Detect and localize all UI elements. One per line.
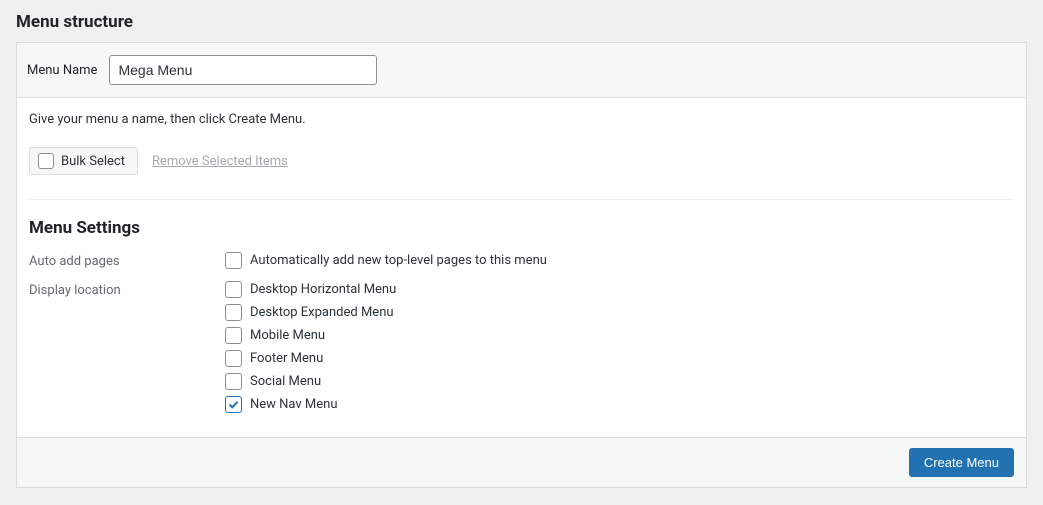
instruction-text: Give your menu a name, then click Create… [29, 112, 1014, 127]
location-option-label: Desktop Expanded Menu [250, 305, 394, 320]
location-option[interactable]: Mobile Menu [225, 327, 396, 344]
location-option[interactable]: Social Menu [225, 373, 396, 390]
checkbox-icon [225, 327, 242, 344]
auto-add-label: Auto add pages [29, 252, 225, 269]
auto-add-row: Auto add pages Automatically add new top… [29, 252, 1014, 269]
menu-name-input[interactable] [109, 55, 377, 85]
checkbox-icon [225, 304, 242, 321]
location-option-label: Footer Menu [250, 351, 323, 366]
menu-panel: Menu Name Give your menu a name, then cl… [16, 42, 1027, 488]
auto-add-option-label: Automatically add new top-level pages to… [250, 253, 547, 268]
auto-add-option[interactable]: Automatically add new top-level pages to… [225, 252, 547, 269]
checkbox-icon [225, 252, 242, 269]
create-menu-button[interactable]: Create Menu [909, 448, 1014, 477]
display-location-row: Display location Desktop Horizontal Menu… [29, 281, 1014, 413]
bulk-select-button[interactable]: Bulk Select [29, 147, 138, 175]
location-option[interactable]: Footer Menu [225, 350, 396, 367]
display-location-options: Desktop Horizontal Menu Desktop Expanded … [225, 281, 396, 413]
location-option-label: Mobile Menu [250, 328, 325, 343]
checkbox-icon [225, 373, 242, 390]
panel-body: Give your menu a name, then click Create… [17, 98, 1026, 437]
location-option-label: Desktop Horizontal Menu [250, 282, 396, 297]
location-option[interactable]: Desktop Expanded Menu [225, 304, 396, 321]
location-option-label: New Nav Menu [250, 397, 338, 412]
checkbox-icon [225, 350, 242, 367]
bulk-actions-row: Bulk Select Remove Selected Items [29, 147, 1014, 175]
remove-selected-link[interactable]: Remove Selected Items [152, 154, 288, 169]
panel-footer: Create Menu [17, 437, 1026, 487]
location-option-label: Social Menu [250, 374, 321, 389]
location-option[interactable]: New Nav Menu [225, 396, 396, 413]
panel-header: Menu Name [17, 43, 1026, 98]
location-option[interactable]: Desktop Horizontal Menu [225, 281, 396, 298]
separator [29, 199, 1014, 200]
page-title: Menu structure [16, 12, 1027, 32]
menu-name-label: Menu Name [27, 63, 97, 78]
settings-heading: Menu Settings [29, 218, 1014, 238]
bulk-select-label: Bulk Select [61, 154, 125, 169]
checkbox-icon [38, 153, 54, 169]
display-location-label: Display location [29, 281, 225, 298]
checkbox-icon [225, 281, 242, 298]
checkbox-icon [225, 396, 242, 413]
